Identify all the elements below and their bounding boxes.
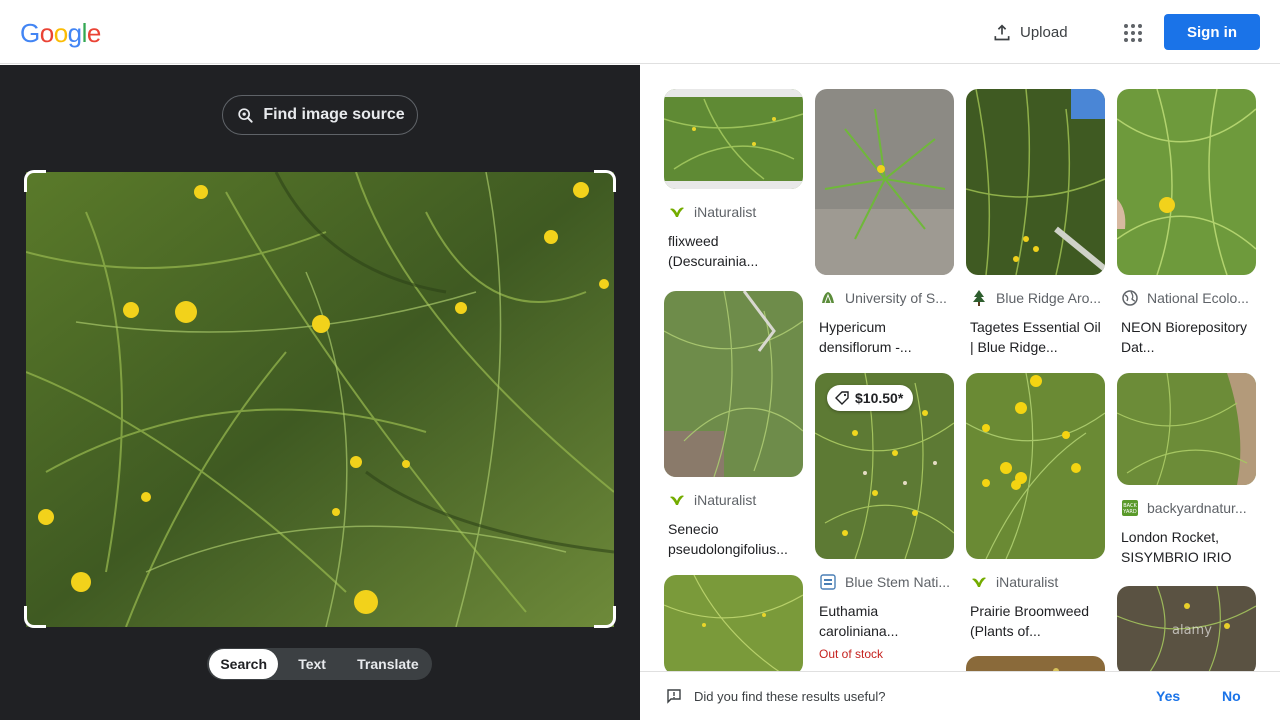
result-card[interactable]: iNaturalist Senecio pseudolongifolius... bbox=[664, 291, 804, 559]
result-thumbnail[interactable] bbox=[1117, 89, 1256, 275]
logo-letter: o bbox=[53, 18, 68, 48]
result-source[interactable]: iNaturalist bbox=[966, 573, 1106, 591]
crop-handle-top-left[interactable] bbox=[24, 170, 46, 192]
price-badge[interactable]: $10.50* bbox=[827, 385, 914, 411]
result-source-name: iNaturalist bbox=[694, 492, 757, 508]
mode-tab-translate[interactable]: Translate bbox=[346, 649, 430, 679]
inaturalist-icon bbox=[670, 495, 684, 505]
result-source-name: Blue Ridge Aro... bbox=[996, 290, 1102, 306]
find-image-source-label: Find image source bbox=[263, 106, 405, 123]
crop-handle-top-right[interactable] bbox=[594, 170, 616, 192]
inaturalist-icon bbox=[670, 207, 684, 217]
result-title[interactable]: Euthamia caroliniana... bbox=[815, 601, 955, 641]
stock-status: Out of stock bbox=[819, 647, 884, 661]
logo-letter: g bbox=[67, 18, 82, 48]
logo-letter: e bbox=[86, 18, 101, 48]
result-source[interactable]: National Ecolo... bbox=[1117, 289, 1257, 307]
google-logo[interactable]: Google bbox=[20, 18, 101, 49]
upload-label: Upload bbox=[1020, 23, 1068, 41]
result-card[interactable]: alamy bbox=[1117, 586, 1257, 676]
lens-search-icon bbox=[238, 108, 253, 123]
result-thumbnail[interactable] bbox=[966, 89, 1105, 275]
result-source-name: backyardnatur... bbox=[1147, 500, 1247, 516]
result-title[interactable]: Senecio pseudolongifolius... bbox=[664, 519, 804, 559]
upload-icon bbox=[994, 24, 1010, 41]
query-image[interactable] bbox=[26, 172, 614, 627]
result-card[interactable] bbox=[664, 575, 804, 675]
university-icon bbox=[822, 292, 834, 304]
tree-icon bbox=[973, 290, 985, 306]
result-title[interactable]: Prairie Broomweed (Plants of... bbox=[966, 601, 1106, 641]
feedback-yes-button[interactable]: Yes bbox=[1156, 688, 1180, 704]
result-title[interactable]: flixweed (Descurainia... bbox=[664, 231, 804, 271]
result-thumbnail[interactable] bbox=[664, 89, 803, 189]
inaturalist-icon bbox=[972, 577, 986, 587]
result-title[interactable]: Tagetes Essential Oil | Blue Ridge... bbox=[966, 317, 1106, 357]
feedback-question: Did you find these results useful? bbox=[694, 688, 886, 704]
result-card[interactable]: iNaturalist Prairie Broomweed (Plants of… bbox=[966, 373, 1106, 641]
result-thumbnail[interactable] bbox=[1117, 373, 1256, 485]
result-card[interactable]: iNaturalist flixweed (Descurainia... bbox=[664, 89, 804, 271]
result-thumbnail[interactable] bbox=[966, 373, 1105, 559]
watermark-text: alamy bbox=[1172, 623, 1212, 638]
result-thumbnail[interactable] bbox=[815, 89, 954, 275]
feedback-icon bbox=[667, 689, 681, 704]
result-source-name: University of S... bbox=[845, 290, 947, 306]
result-title[interactable]: London Rocket, SISYMBRIO IRIO bbox=[1117, 527, 1257, 567]
result-card[interactable]: $10.50* Blue Stem Nati... Euthamia carol… bbox=[815, 373, 955, 661]
result-source[interactable]: Blue Ridge Aro... bbox=[966, 289, 1106, 307]
result-thumbnail[interactable] bbox=[664, 291, 803, 477]
result-card[interactable]: University of S... Hypericum densiflorum… bbox=[815, 89, 955, 357]
result-source[interactable]: iNaturalist bbox=[664, 203, 804, 221]
result-source-name: iNaturalist bbox=[996, 574, 1059, 590]
result-card[interactable]: Blue Ridge Aro... Tagetes Essential Oil … bbox=[966, 89, 1106, 357]
price-tag-icon bbox=[835, 391, 849, 405]
mode-tab-text[interactable]: Text bbox=[278, 649, 345, 679]
svg-text:YARD: YARD bbox=[1122, 509, 1137, 515]
logo-letter: o bbox=[39, 18, 54, 48]
apps-grid-icon[interactable] bbox=[1118, 18, 1146, 46]
price-label: $10.50* bbox=[855, 390, 904, 406]
sign-in-button[interactable]: Sign in bbox=[1164, 14, 1260, 50]
result-title[interactable]: Hypericum densiflorum -... bbox=[815, 317, 955, 357]
crop-handle-bottom-left[interactable] bbox=[24, 606, 46, 628]
feedback-no-button[interactable]: No bbox=[1222, 688, 1241, 704]
lens-mode-switcher: Search Text Translate bbox=[207, 648, 432, 680]
result-card[interactable]: National Ecolo... NEON Biorepository Dat… bbox=[1117, 89, 1257, 357]
result-source[interactable]: University of S... bbox=[815, 289, 955, 307]
logo-letter: G bbox=[20, 18, 40, 48]
top-bar: Google Upload Sign in bbox=[0, 0, 1280, 64]
visual-matches-panel: iNaturalist flixweed (Descurainia... iNa… bbox=[640, 65, 1280, 720]
lens-image-panel: Find image source Search Text Translate bbox=[0, 65, 640, 720]
result-source[interactable]: Blue Stem Nati... bbox=[815, 573, 955, 591]
result-source-name: National Ecolo... bbox=[1147, 290, 1249, 306]
find-image-source-button[interactable]: Find image source bbox=[222, 95, 418, 135]
result-source[interactable]: BACK YARD backyardnatur... bbox=[1117, 499, 1257, 517]
result-card[interactable]: BACK YARD backyardnatur... London Rocket,… bbox=[1117, 373, 1257, 567]
feedback-bar: Did you find these results useful? Yes N… bbox=[640, 671, 1280, 720]
result-source-name: iNaturalist bbox=[694, 204, 757, 220]
result-source-name: Blue Stem Nati... bbox=[845, 574, 951, 590]
upload-button[interactable]: Upload bbox=[992, 20, 1068, 44]
result-thumbnail[interactable] bbox=[664, 575, 803, 675]
result-thumbnail[interactable]: alamy bbox=[1117, 586, 1256, 676]
mode-tab-search[interactable]: Search bbox=[209, 649, 279, 679]
result-title[interactable]: NEON Biorepository Dat... bbox=[1117, 317, 1257, 357]
query-image-plant-photo bbox=[26, 172, 614, 627]
globe-icon bbox=[1122, 290, 1138, 306]
crop-handle-bottom-right[interactable] bbox=[594, 606, 616, 628]
result-source[interactable]: iNaturalist bbox=[664, 491, 804, 509]
backyard-icon: BACKYARD bbox=[1122, 500, 1138, 516]
store-icon bbox=[820, 574, 836, 590]
